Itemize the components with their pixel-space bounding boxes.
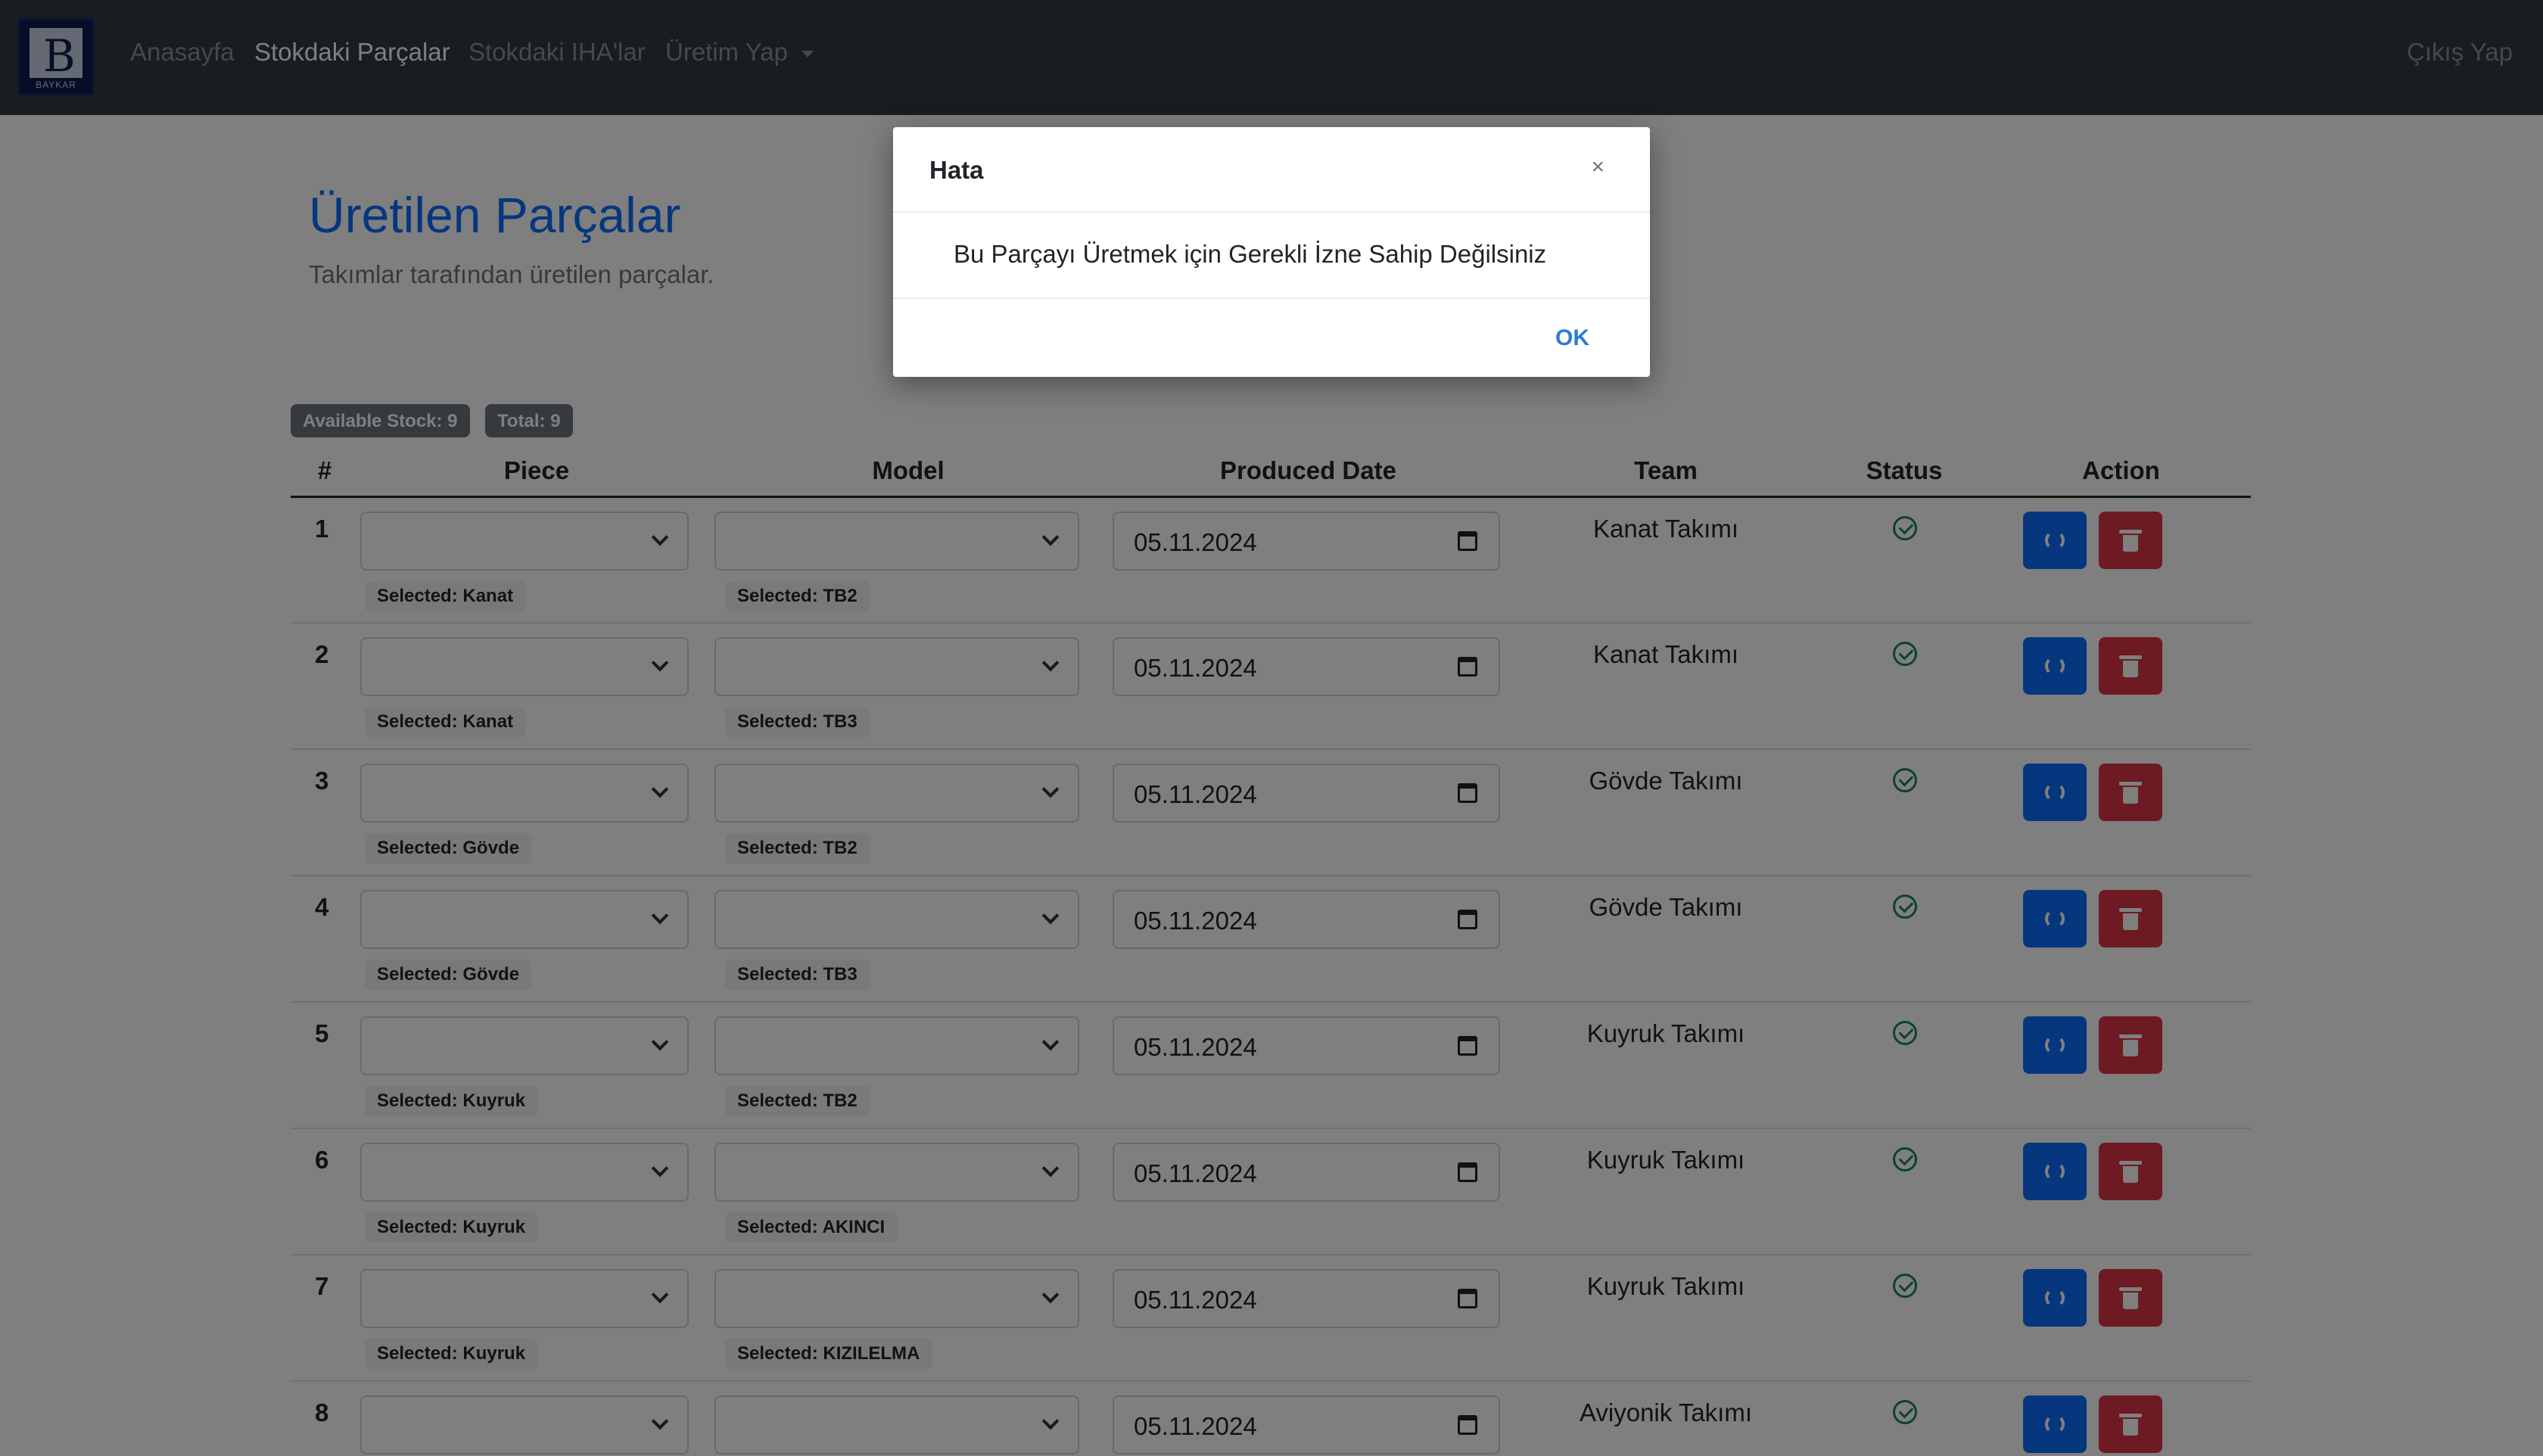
modal-message: Bu Parçayı Üretmek için Gerekli İzne Sah…: [954, 240, 1547, 268]
modal-title: Hata: [929, 156, 984, 184]
modal-body: Bu Parçayı Üretmek için Gerekli İzne Sah…: [893, 213, 1650, 299]
error-modal: Hata × Bu Parçayı Üretmek için Gerekli İ…: [893, 127, 1650, 377]
modal-header: Hata ×: [893, 127, 1650, 213]
ok-button[interactable]: OK: [1555, 325, 1589, 351]
close-icon[interactable]: ×: [1591, 154, 1605, 180]
